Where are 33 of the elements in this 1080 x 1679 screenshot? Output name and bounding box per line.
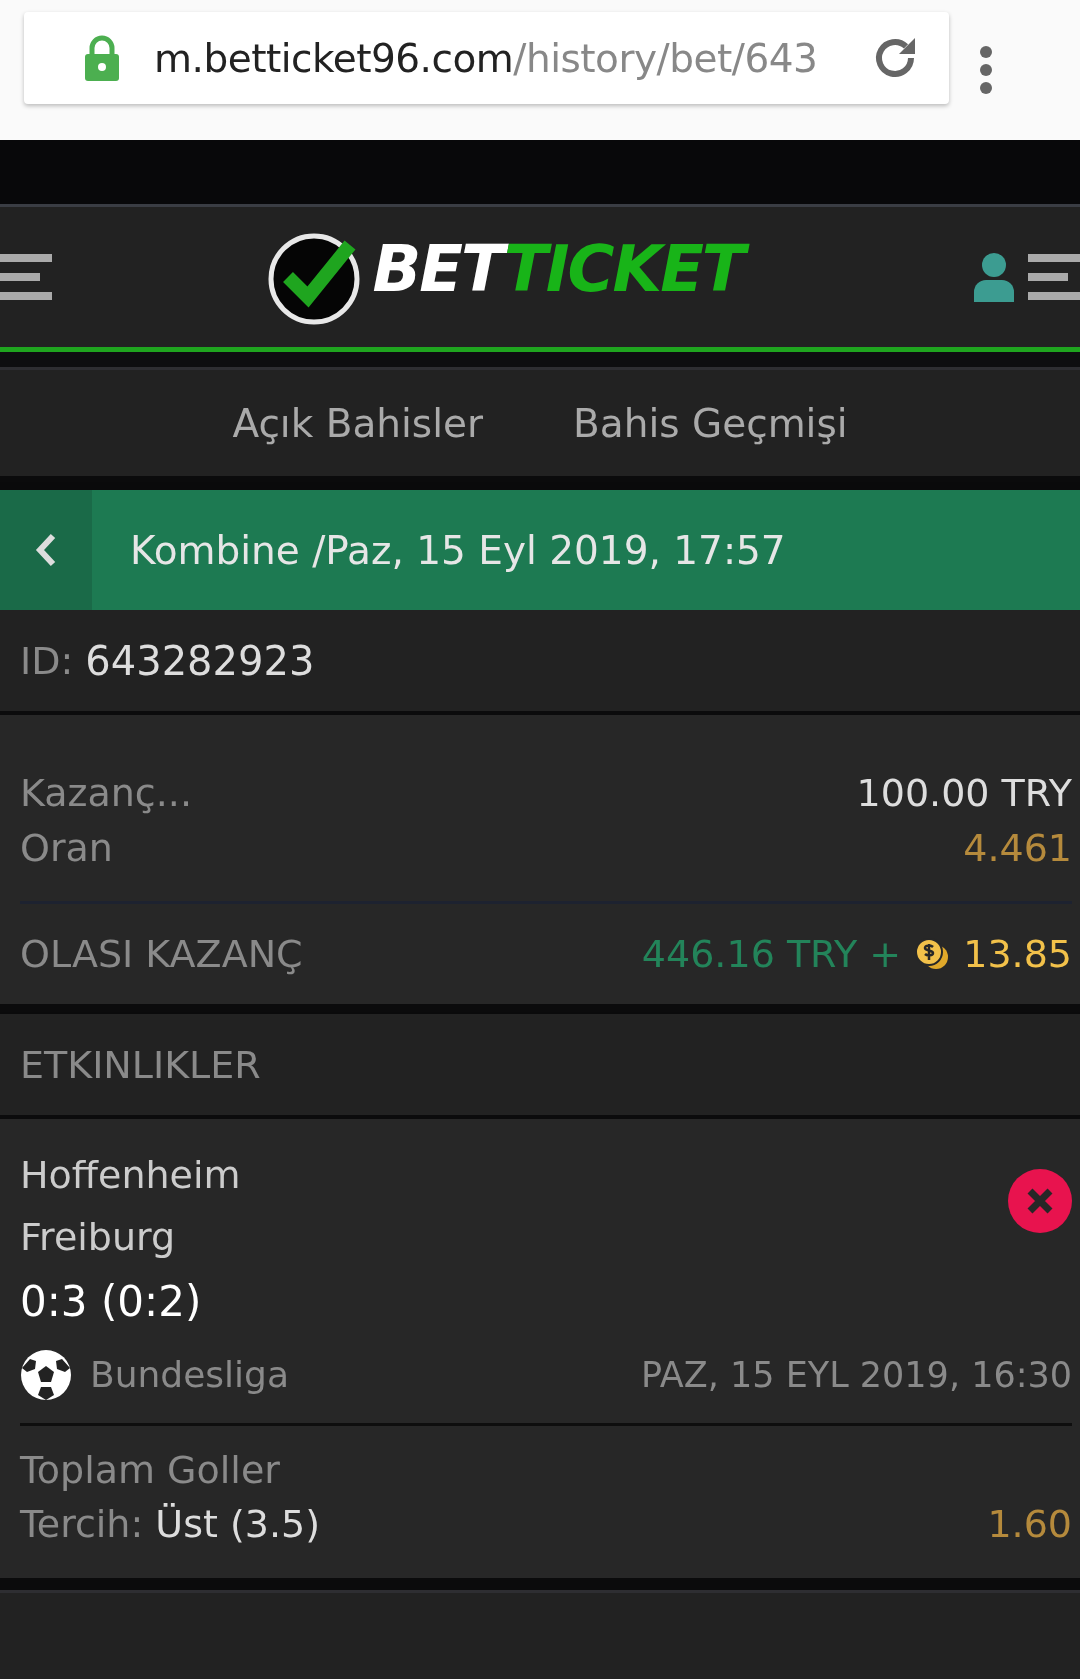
user-icon[interactable]: [974, 252, 1014, 302]
potential-win-label: OLASI KAZANÇ: [20, 932, 303, 976]
id-label: ID:: [20, 638, 74, 683]
away-team: Freiburg: [20, 1215, 177, 1259]
odds-label: Oran: [20, 826, 113, 870]
bonus-value: 13.85: [963, 932, 1072, 976]
url-text: m.betticket96.com/history/bet/643: [154, 35, 819, 81]
events-heading: ETKINLIKLER: [20, 1042, 261, 1087]
id-value: 643282923: [85, 637, 315, 684]
stake-label: Kazanç...: [20, 771, 192, 815]
odds-value: 4.461: [963, 826, 1072, 870]
match-score: 0:3 (0:2): [20, 1277, 203, 1326]
match-date: PAZ, 15 EYL 2019, 16:30: [641, 1354, 1072, 1395]
tab[interactable]: Açık Bahisler: [232, 400, 484, 446]
menu-icon[interactable]: [0, 252, 52, 302]
stake-value: 100.00 TRY: [856, 771, 1072, 815]
address-bar[interactable]: m.betticket96.com/history/bet/643: [24, 12, 949, 104]
bet-title: Kombine /Paz, 15 Eyl 2019, 17:57: [129, 526, 786, 575]
tab[interactable]: Bahis Geçmişi: [573, 400, 848, 446]
logo-text: BETTICKET: [368, 228, 758, 326]
potential-win-value: 446.16 TRY +: [641, 932, 902, 976]
menu-icon[interactable]: [1028, 252, 1080, 302]
lock-icon: [84, 35, 120, 81]
soccer-ball-icon: [20, 1348, 72, 1401]
coins-icon: [915, 938, 950, 970]
market-name: Toplam Goller: [20, 1448, 281, 1492]
selection-odds: 1.60: [987, 1502, 1072, 1546]
chevron-left-icon: [35, 532, 57, 568]
league-name: Bundesliga: [90, 1354, 289, 1395]
back-button[interactable]: [0, 490, 92, 610]
more-options-icon[interactable]: [979, 45, 993, 95]
pick-text: Tercih: Üst (3.5): [20, 1502, 321, 1546]
home-team: Hoffenheim: [20, 1153, 241, 1197]
